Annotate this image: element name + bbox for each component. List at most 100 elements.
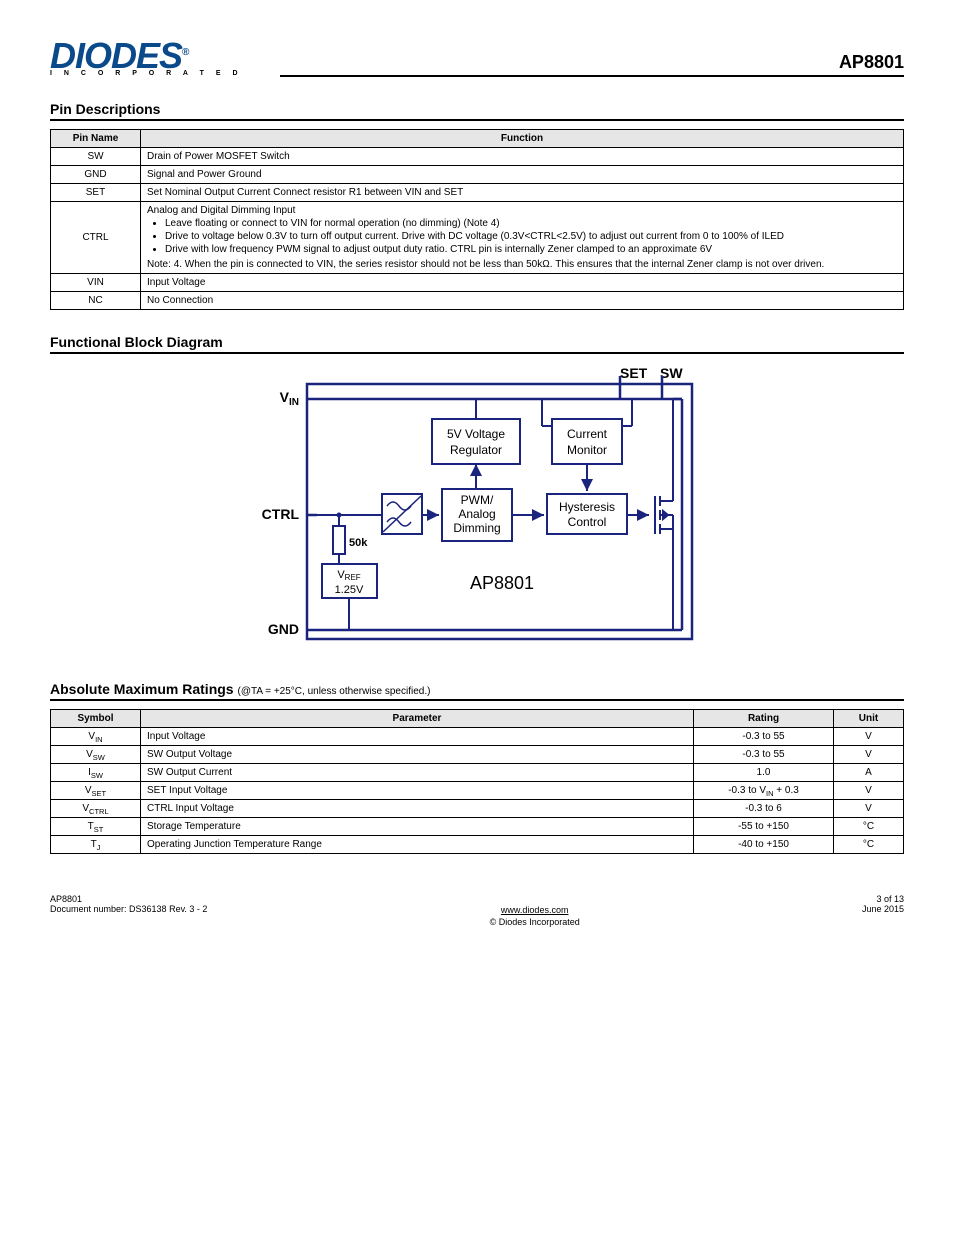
abs-unit: V (834, 728, 904, 746)
table-row: VCTRL CTRL Input Voltage -0.3 to 6 V (51, 800, 904, 818)
part-number: AP8801 (280, 52, 904, 77)
table-row: CTRL Analog and Digital Dimming Input Le… (51, 202, 904, 274)
table-row: SW Drain of Power MOSFET Switch (51, 148, 904, 166)
pin-name: VIN (51, 274, 141, 292)
abs-param: Storage Temperature (141, 818, 694, 836)
pin-name: SET (51, 184, 141, 202)
pin-func: Input Voltage (141, 274, 904, 292)
table-row: SET Set Nominal Output Current Connect r… (51, 184, 904, 202)
footer-page: 3 of 13 (862, 894, 904, 904)
logo-main-text: DIODES (50, 35, 182, 76)
svg-text:5V Voltage: 5V Voltage (447, 427, 505, 441)
th-parameter: Parameter (141, 710, 694, 728)
svg-text:Regulator: Regulator (450, 443, 502, 457)
abs-unit: V (834, 746, 904, 764)
abs-unit: A (834, 764, 904, 782)
svg-text:Dimming: Dimming (453, 521, 500, 535)
note-text: 4. When the pin is connected to VIN, the… (174, 259, 825, 270)
pin-description-table: Pin Name Function SW Drain of Power MOSF… (50, 129, 904, 310)
abs-rating: 1.0 (694, 764, 834, 782)
pin-func: Set Nominal Output Current Connect resis… (141, 184, 904, 202)
svg-text:AP8801: AP8801 (470, 573, 534, 593)
svg-text:GND: GND (268, 621, 299, 637)
abs-param: SW Output Voltage (141, 746, 694, 764)
svg-text:SW: SW (660, 365, 683, 381)
svg-text:SET: SET (620, 365, 648, 381)
footer-docnum: Document number: DS36138 Rev. 3 - 2 (50, 904, 207, 914)
abs-unit: V (834, 800, 904, 818)
th-symbol: Symbol (51, 710, 141, 728)
abs-param: Input Voltage (141, 728, 694, 746)
section-title-abs-max: Absolute Maximum Ratings (@TA = +25°C, u… (50, 681, 904, 701)
th-rating: Rating (694, 710, 834, 728)
block-diagram: VIN CTRL GND SET SW 5V Voltage Regulator… (50, 364, 904, 657)
footer-center: www.diodes.com © Diodes Incorporated (207, 894, 862, 927)
ctrl-bullet: Drive with low frequency PWM signal to a… (165, 244, 897, 255)
page-footer: AP8801 Document number: DS36138 Rev. 3 -… (50, 894, 904, 927)
table-row: VSET SET Input Voltage -0.3 to VIN + 0.3… (51, 782, 904, 800)
abs-subtitle: (@TA = +25°C, unless otherwise specified… (237, 686, 430, 697)
abs-sym: ISW (51, 764, 141, 782)
abs-sym: TJ (51, 836, 141, 854)
abs-rating: -40 to +150 (694, 836, 834, 854)
pin-func: Drain of Power MOSFET Switch (141, 148, 904, 166)
abs-rating: -0.3 to 55 (694, 746, 834, 764)
ctrl-bullet: Leave floating or connect to VIN for nor… (165, 218, 897, 229)
th-unit: Unit (834, 710, 904, 728)
abs-sym: VSW (51, 746, 141, 764)
pin-func: Analog and Digital Dimming Input Leave f… (141, 202, 904, 274)
table-row: VIN Input Voltage -0.3 to 55 V (51, 728, 904, 746)
th-pin-name: Pin Name (51, 130, 141, 148)
table-row: VSW SW Output Voltage -0.3 to 55 V (51, 746, 904, 764)
abs-param: SW Output Current (141, 764, 694, 782)
abs-sym: TST (51, 818, 141, 836)
th-pin-func: Function (141, 130, 904, 148)
abs-param: CTRL Input Voltage (141, 800, 694, 818)
abs-sym: VSET (51, 782, 141, 800)
abs-max-table: Symbol Parameter Rating Unit VIN Input V… (50, 709, 904, 854)
pin-func: No Connection (141, 292, 904, 310)
abs-unit: V (834, 782, 904, 800)
pin-func: Signal and Power Ground (141, 166, 904, 184)
svg-text:Analog: Analog (458, 507, 495, 521)
svg-text:Hysteresis: Hysteresis (559, 500, 615, 514)
ctrl-intro: Analog and Digital Dimming Input (147, 205, 295, 216)
abs-sym: VCTRL (51, 800, 141, 818)
abs-unit: °C (834, 818, 904, 836)
table-row: NC No Connection (51, 292, 904, 310)
table-row: GND Signal and Power Ground (51, 166, 904, 184)
svg-text:CTRL: CTRL (262, 506, 300, 522)
footer-copyright: © Diodes Incorporated (207, 917, 862, 927)
section-title-pin-desc: Pin Descriptions (50, 101, 904, 121)
section-title-block-diagram: Functional Block Diagram (50, 334, 904, 354)
svg-text:VIN: VIN (280, 389, 299, 408)
svg-text:PWM/: PWM/ (461, 493, 494, 507)
abs-rating: -0.3 to VIN + 0.3 (694, 782, 834, 800)
table-row: ISW SW Output Current 1.0 A (51, 764, 904, 782)
page-header: DIODES® I N C O R P O R A T E D AP8801 (50, 40, 904, 77)
svg-text:Control: Control (568, 515, 607, 529)
table-row: TJ Operating Junction Temperature Range … (51, 836, 904, 854)
table-row: VIN Input Voltage (51, 274, 904, 292)
footer-left: AP8801 Document number: DS36138 Rev. 3 -… (50, 894, 207, 927)
pin-name: GND (51, 166, 141, 184)
footer-url[interactable]: www.diodes.com (501, 905, 569, 915)
svg-text:1.25V: 1.25V (335, 584, 364, 596)
footer-date: June 2015 (862, 904, 904, 914)
svg-text:Monitor: Monitor (567, 443, 607, 457)
pin-name: CTRL (51, 202, 141, 274)
abs-rating: -0.3 to 6 (694, 800, 834, 818)
abs-sym: VIN (51, 728, 141, 746)
footer-right: 3 of 13 June 2015 (862, 894, 904, 927)
abs-param: SET Input Voltage (141, 782, 694, 800)
note-label: Note: (147, 259, 171, 270)
svg-text:Current: Current (567, 427, 608, 441)
logo: DIODES® I N C O R P O R A T E D (50, 40, 270, 77)
ctrl-bullet: Drive to voltage below 0.3V to turn off … (165, 231, 897, 242)
footer-partno: AP8801 (50, 894, 207, 904)
pin-name: NC (51, 292, 141, 310)
table-row: TST Storage Temperature -55 to +150 °C (51, 818, 904, 836)
pin-name: SW (51, 148, 141, 166)
abs-param: Operating Junction Temperature Range (141, 836, 694, 854)
abs-unit: °C (834, 836, 904, 854)
